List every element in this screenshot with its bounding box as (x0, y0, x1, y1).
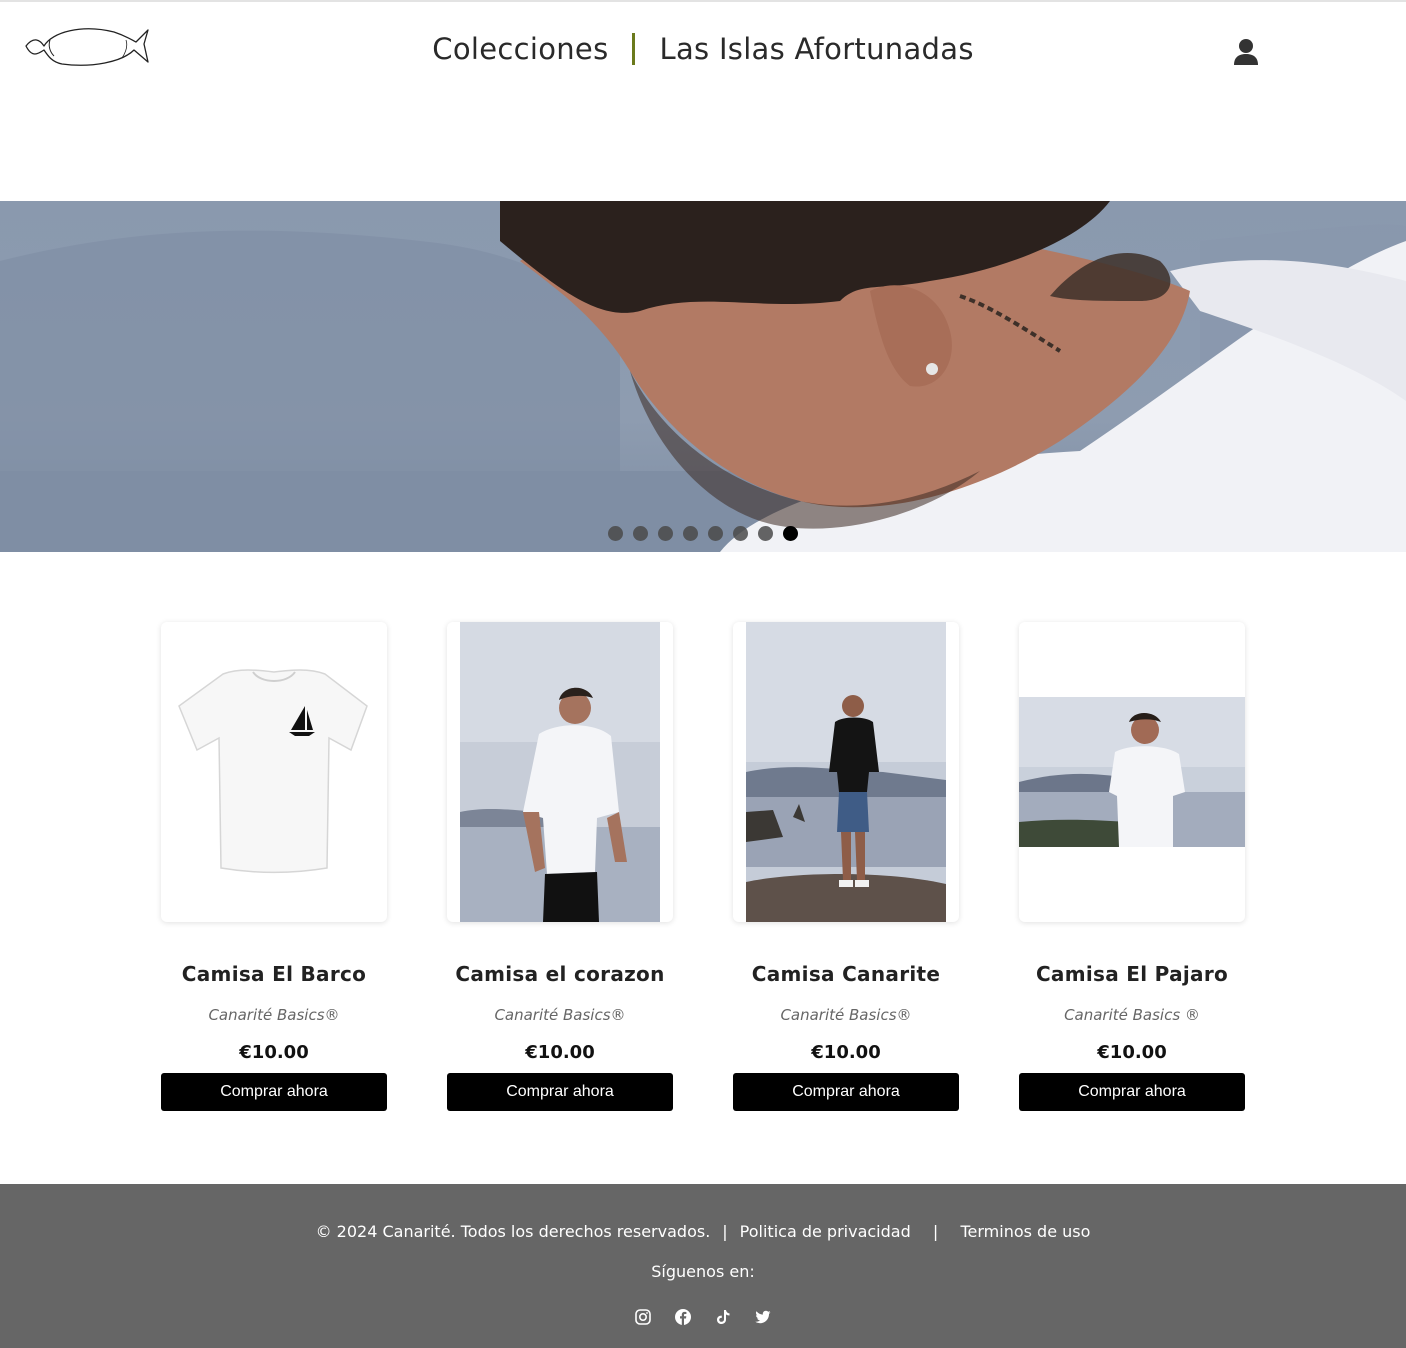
twitter-icon[interactable] (754, 1308, 772, 1326)
nav-colecciones[interactable]: Colecciones (420, 32, 620, 66)
product-price: €10.00 (1097, 1042, 1167, 1063)
follow-label: Síguenos en: (651, 1262, 755, 1281)
privacy-link[interactable]: Politica de privacidad (740, 1222, 911, 1241)
user-icon[interactable] (1233, 38, 1259, 66)
footer-separator: | (922, 1222, 949, 1241)
main-nav: Colecciones Las Islas Afortunadas (0, 32, 1406, 66)
product-name[interactable]: Camisa El Pajaro (1019, 962, 1245, 986)
product-brand: Canarité Basics ® (1064, 1006, 1200, 1024)
buy-now-button[interactable]: Comprar ahora (733, 1073, 959, 1111)
carousel-dot[interactable] (658, 526, 673, 541)
hero-carousel[interactable] (0, 201, 1406, 552)
product-card: Camisa Canarite Canarité Basics® €10.00 … (733, 622, 959, 1111)
carousel-dot[interactable] (708, 526, 723, 541)
carousel-dot[interactable] (683, 526, 698, 541)
nav-separator (632, 33, 636, 65)
nav-las-islas-afortunadas[interactable]: Las Islas Afortunadas (647, 32, 985, 66)
buy-now-button[interactable]: Comprar ahora (161, 1073, 387, 1111)
product-brand: Canarité Basics® (780, 1006, 912, 1024)
carousel-dot[interactable] (633, 526, 648, 541)
facebook-icon[interactable] (674, 1308, 692, 1326)
product-image[interactable] (1019, 622, 1245, 922)
product-card: Camisa el corazon Canarité Basics® €10.0… (447, 622, 673, 1111)
product-price: €10.00 (525, 1042, 595, 1063)
product-name[interactable]: Camisa el corazon (447, 962, 673, 986)
hero-image (0, 201, 1406, 552)
site-header: Colecciones Las Islas Afortunadas (0, 2, 1406, 102)
instagram-icon[interactable] (634, 1308, 652, 1326)
carousel-dots (0, 526, 1406, 541)
footer-legal-line: © 2024 Canarité. Todos los derechos rese… (0, 1222, 1406, 1241)
tiktok-icon[interactable] (714, 1308, 732, 1326)
buy-now-button[interactable]: Comprar ahora (447, 1073, 673, 1111)
carousel-dot[interactable] (608, 526, 623, 541)
social-links (0, 1308, 1406, 1326)
carousel-dot[interactable] (758, 526, 773, 541)
product-brand: Canarité Basics® (494, 1006, 626, 1024)
product-price: €10.00 (239, 1042, 309, 1063)
product-image[interactable] (161, 622, 387, 922)
terms-link[interactable]: Terminos de uso (960, 1222, 1090, 1241)
carousel-dot-active[interactable] (783, 526, 798, 541)
product-card: Camisa El Pajaro Canarité Basics ® €10.0… (1019, 622, 1245, 1111)
product-image[interactable] (447, 622, 673, 922)
carousel-dot[interactable] (733, 526, 748, 541)
product-brand: Canarité Basics® (208, 1006, 340, 1024)
product-card: Camisa El Barco Canarité Basics® €10.00 … (161, 622, 387, 1111)
product-name[interactable]: Camisa Canarite (733, 962, 959, 986)
copyright-text: © 2024 Canarité. Todos los derechos rese… (315, 1222, 711, 1241)
product-price: €10.00 (811, 1042, 881, 1063)
product-name[interactable]: Camisa El Barco (161, 962, 387, 986)
buy-now-button[interactable]: Comprar ahora (1019, 1073, 1245, 1111)
product-image[interactable] (733, 622, 959, 922)
footer-separator: | (722, 1222, 728, 1241)
site-footer: © 2024 Canarité. Todos los derechos rese… (0, 1184, 1406, 1348)
